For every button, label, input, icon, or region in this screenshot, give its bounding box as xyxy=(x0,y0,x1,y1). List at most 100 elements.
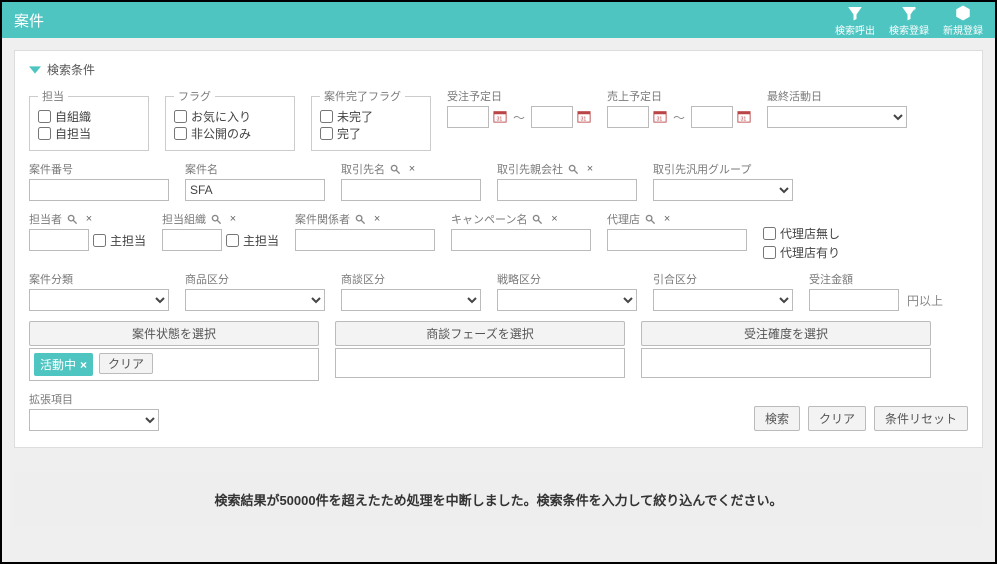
incomplete-checkbox[interactable]: 未完了 xyxy=(320,108,422,125)
nego-class-select[interactable] xyxy=(341,289,481,311)
product-class-label: 商品区分 xyxy=(185,271,325,287)
ext-items-select[interactable] xyxy=(29,409,159,431)
last-activity-select[interactable] xyxy=(767,106,907,128)
select-status-button[interactable]: 案件状態を選択 xyxy=(29,321,319,346)
favorite-checkbox[interactable]: お気に入り xyxy=(174,108,286,125)
assignee-org-input[interactable] xyxy=(162,229,222,251)
search-button[interactable]: 検索 xyxy=(754,406,800,431)
own-assign-checkbox[interactable]: 自担当 xyxy=(38,125,140,142)
assignee-label: 担当者 xyxy=(29,211,62,227)
strategy-class-select[interactable] xyxy=(497,289,637,311)
page-title: 案件 xyxy=(14,10,44,31)
agency-label: 代理店 xyxy=(607,211,640,227)
nego-class-label: 商談区分 xyxy=(341,271,481,287)
clear-icon[interactable]: × xyxy=(226,212,240,226)
phase-tag-box[interactable] xyxy=(335,348,625,378)
parent-account-input[interactable] xyxy=(497,179,637,201)
select-prob-button[interactable]: 受注確度を選択 xyxy=(641,321,931,346)
svg-text:31: 31 xyxy=(657,116,663,122)
complete-checkbox[interactable]: 完了 xyxy=(320,125,422,142)
assignee-org-label: 担当組織 xyxy=(162,211,206,227)
parent-account-label: 取引先親会社 xyxy=(497,161,563,177)
order-date-to[interactable] xyxy=(531,106,573,128)
panel-title-label: 検索条件 xyxy=(47,61,95,78)
account-group-select[interactable] xyxy=(653,179,793,201)
app-header: 案件 検索呼出 + 検索登録 新規登録 xyxy=(2,2,995,38)
clear-icon[interactable]: × xyxy=(547,212,561,226)
clear-button[interactable]: クリア xyxy=(808,406,866,431)
amount-suffix: 円以上 xyxy=(907,292,943,309)
campaign-input[interactable] xyxy=(451,229,591,251)
caret-down-icon xyxy=(29,64,41,76)
search-icon[interactable] xyxy=(209,212,223,226)
product-class-select[interactable] xyxy=(185,289,325,311)
remove-tag-icon[interactable]: × xyxy=(80,358,87,372)
calendar-icon[interactable]: 31 xyxy=(737,109,751,126)
save-search-label: 検索登録 xyxy=(889,22,929,37)
related-input[interactable] xyxy=(295,229,435,251)
new-record-button[interactable]: 新規登録 xyxy=(943,4,983,37)
active-tag[interactable]: 活動中× xyxy=(34,353,93,376)
org-main-assign-checkbox[interactable]: 主担当 xyxy=(226,232,279,249)
compete-class-label: 引合区分 xyxy=(653,271,793,287)
calendar-icon[interactable]: 31 xyxy=(653,109,667,126)
search-icon[interactable] xyxy=(566,162,580,176)
case-class-select[interactable] xyxy=(29,289,169,311)
flag-group: フラグ お気に入り 非公開のみ xyxy=(165,88,295,151)
last-activity-col: 最終活動日 xyxy=(767,88,907,151)
clear-icon[interactable]: × xyxy=(660,212,674,226)
case-no-label: 案件番号 xyxy=(29,161,169,177)
order-date-col: 受注予定日 31 〜 31 xyxy=(447,88,591,151)
search-icon[interactable] xyxy=(65,212,79,226)
agency-none-checkbox[interactable]: 代理店無し xyxy=(763,225,840,242)
strategy-class-label: 戦略区分 xyxy=(497,271,637,287)
order-amount-input[interactable] xyxy=(809,289,899,311)
case-name-input[interactable] xyxy=(185,179,325,201)
order-date-label: 受注予定日 xyxy=(447,88,591,104)
clear-icon[interactable]: × xyxy=(405,162,419,176)
sales-date-to[interactable] xyxy=(691,106,733,128)
recall-search-label: 検索呼出 xyxy=(835,22,875,37)
own-org-checkbox[interactable]: 自組織 xyxy=(38,108,140,125)
account-group-label: 取引先汎用グループ xyxy=(653,161,793,177)
sales-date-from[interactable] xyxy=(607,106,649,128)
complete-group: 案件完了フラグ 未完了 完了 xyxy=(311,88,431,151)
reset-button[interactable]: 条件リセット xyxy=(874,406,968,431)
search-icon[interactable] xyxy=(388,162,402,176)
clear-icon[interactable]: × xyxy=(82,212,96,226)
search-icon[interactable] xyxy=(643,212,657,226)
panel-toggle[interactable]: 検索条件 xyxy=(29,61,968,78)
select-phase-button[interactable]: 商談フェーズを選択 xyxy=(335,321,625,346)
clear-icon[interactable]: × xyxy=(370,212,384,226)
search-panel: 検索条件 担当 自組織 自担当 フラグ お気に入り 非公開のみ 案件完了フラグ … xyxy=(14,50,983,448)
complete-legend: 案件完了フラグ xyxy=(320,88,405,104)
search-icon[interactable] xyxy=(530,212,544,226)
order-date-from[interactable] xyxy=(447,106,489,128)
search-icon[interactable] xyxy=(353,212,367,226)
clear-icon[interactable]: × xyxy=(583,162,597,176)
svg-text:+: + xyxy=(912,4,917,13)
main-assign-checkbox[interactable]: 主担当 xyxy=(93,232,146,249)
save-search-button[interactable]: + 検索登録 xyxy=(889,4,929,37)
private-only-checkbox[interactable]: 非公開のみ xyxy=(174,125,286,142)
result-message: 検索結果が50000件を超えたため処理を中断しました。検索条件を入力して絞り込ん… xyxy=(14,472,983,527)
calendar-icon[interactable]: 31 xyxy=(577,109,591,126)
agency-input[interactable] xyxy=(607,229,747,251)
status-tag-box[interactable]: 活動中× クリア xyxy=(29,348,319,381)
account-name-input[interactable] xyxy=(341,179,481,201)
assignee-legend: 担当 xyxy=(38,88,68,104)
compete-class-select[interactable] xyxy=(653,289,793,311)
recall-search-button[interactable]: 検索呼出 xyxy=(835,4,875,37)
svg-text:31: 31 xyxy=(741,116,747,122)
prob-tag-box[interactable] xyxy=(641,348,931,378)
flag-legend: フラグ xyxy=(174,88,215,104)
calendar-icon[interactable]: 31 xyxy=(493,109,507,126)
order-amount-label: 受注金額 xyxy=(809,271,943,287)
sales-date-label: 売上予定日 xyxy=(607,88,751,104)
clear-tags-button[interactable]: クリア xyxy=(99,353,153,374)
case-no-input[interactable] xyxy=(29,179,169,201)
case-class-label: 案件分類 xyxy=(29,271,169,287)
svg-text:31: 31 xyxy=(497,116,503,122)
agency-yes-checkbox[interactable]: 代理店有り xyxy=(763,244,840,261)
assignee-input[interactable] xyxy=(29,229,89,251)
